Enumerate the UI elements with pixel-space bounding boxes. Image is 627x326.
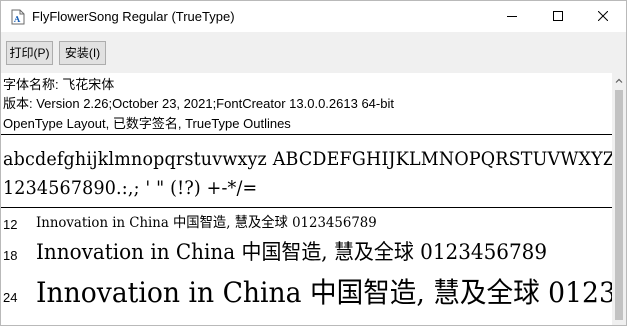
character-set-preview: abcdefghijklmnopqrstuvwxyz ABCDEFGHIJKLM… <box>1 135 612 207</box>
minimize-button[interactable] <box>489 1 535 32</box>
size-label: 12 <box>3 217 18 232</box>
version-text: 版本: Version 2.26;October 23, 2021;FontCr… <box>3 96 394 111</box>
window-title: FlyFlowerSong Regular (TrueType) <box>32 9 235 24</box>
print-button[interactable]: 打印(P) <box>6 41 53 65</box>
maximize-button[interactable] <box>535 1 581 32</box>
digits-symbols-preview: 1234567890.:,; ' " (!?) +-*/= <box>3 177 258 199</box>
features-text: OpenType Layout, 已数字签名, TrueType Outline… <box>3 116 291 131</box>
scroll-up-button[interactable] <box>612 74 626 88</box>
svg-text:A: A <box>13 14 21 24</box>
size-label: 24 <box>3 290 18 305</box>
scroll-thumb[interactable] <box>615 90 623 320</box>
sample-text: Innovation in China 中国智造, 慧及全球 012345678… <box>36 276 612 309</box>
sample-text: Innovation in China 中国智造, 慧及全球 012345678… <box>36 240 548 264</box>
font-name-text: 字体名称: 飞花宋体 <box>3 77 115 92</box>
close-button[interactable] <box>580 1 626 32</box>
letters-preview: abcdefghijklmnopqrstuvwxyz ABCDEFGHIJKLM… <box>3 148 612 170</box>
minimize-icon <box>507 16 517 17</box>
font-viewer-window: A FlyFlowerSong Regular (TrueType) 打印(P)… <box>0 0 627 326</box>
sample-text: Innovation in China 中国智造, 慧及全球 012345678… <box>36 215 377 231</box>
font-file-icon: A <box>11 9 25 25</box>
size-samples: 12 Innovation in China 中国智造, 慧及全球 012345… <box>1 208 612 325</box>
maximize-icon <box>553 11 563 21</box>
chevron-up-icon <box>615 78 623 83</box>
install-button[interactable]: 安装(I) <box>59 41 106 65</box>
title-bar[interactable]: A FlyFlowerSong Regular (TrueType) <box>1 1 626 32</box>
close-icon <box>598 11 608 21</box>
font-info: 字体名称: 飞花宋体 版本: Version 2.26;October 23, … <box>1 73 612 134</box>
toolbar: 打印(P) 安装(I) <box>1 32 626 73</box>
size-label: 18 <box>3 248 18 263</box>
vertical-scrollbar[interactable] <box>612 73 626 325</box>
